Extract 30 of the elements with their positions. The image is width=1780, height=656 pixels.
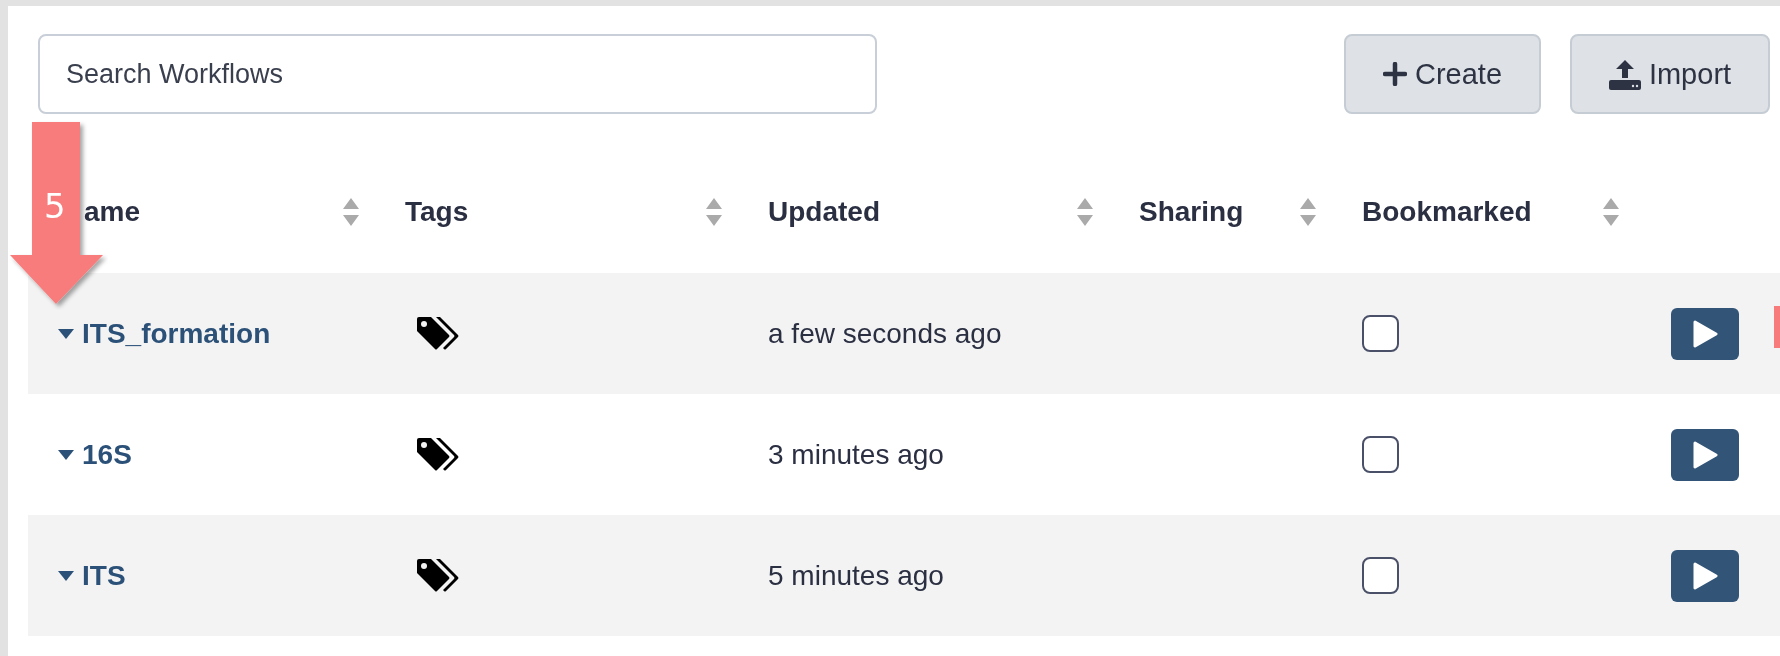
caret-down-icon — [58, 449, 74, 460]
bookmark-checkbox[interactable] — [1362, 557, 1399, 594]
column-header[interactable]: Tags — [405, 196, 469, 228]
bookmark-checkbox[interactable] — [1362, 315, 1399, 352]
caret-down-icon — [58, 328, 74, 339]
play-icon — [1692, 319, 1718, 348]
column-header[interactable]: Updated — [768, 196, 880, 228]
callout-arrow-edge — [1774, 306, 1780, 348]
upload-icon — [1608, 58, 1641, 90]
callout-number: 5 — [44, 186, 66, 226]
column-header[interactable]: Sharing — [1139, 196, 1244, 228]
workflow-name-link[interactable]: 16S — [58, 438, 132, 471]
column-header[interactable]: Bookmarked — [1362, 196, 1532, 228]
run-button[interactable] — [1671, 428, 1739, 481]
play-icon — [1692, 561, 1718, 590]
run-button[interactable] — [1671, 307, 1739, 360]
updated-time: 5 minutes ago — [768, 559, 944, 592]
plus-icon — [1382, 62, 1407, 86]
updated-time: a few seconds ago — [768, 317, 1002, 350]
workflow-name-link[interactable]: ITS — [58, 559, 126, 592]
bookmark-checkbox[interactable] — [1362, 436, 1399, 473]
workflow-name-link[interactable]: ITS_formation — [58, 317, 271, 350]
search-field[interactable]: Search Workflows — [38, 34, 877, 114]
updated-time: 3 minutes ago — [768, 438, 944, 471]
toolbar-button[interactable]: Import — [1570, 34, 1770, 114]
column-header[interactable]: ame — [84, 196, 141, 228]
toolbar-button[interactable]: Create — [1344, 34, 1541, 114]
play-icon — [1692, 440, 1718, 469]
caret-down-icon — [58, 570, 74, 581]
run-button[interactable] — [1671, 549, 1739, 602]
